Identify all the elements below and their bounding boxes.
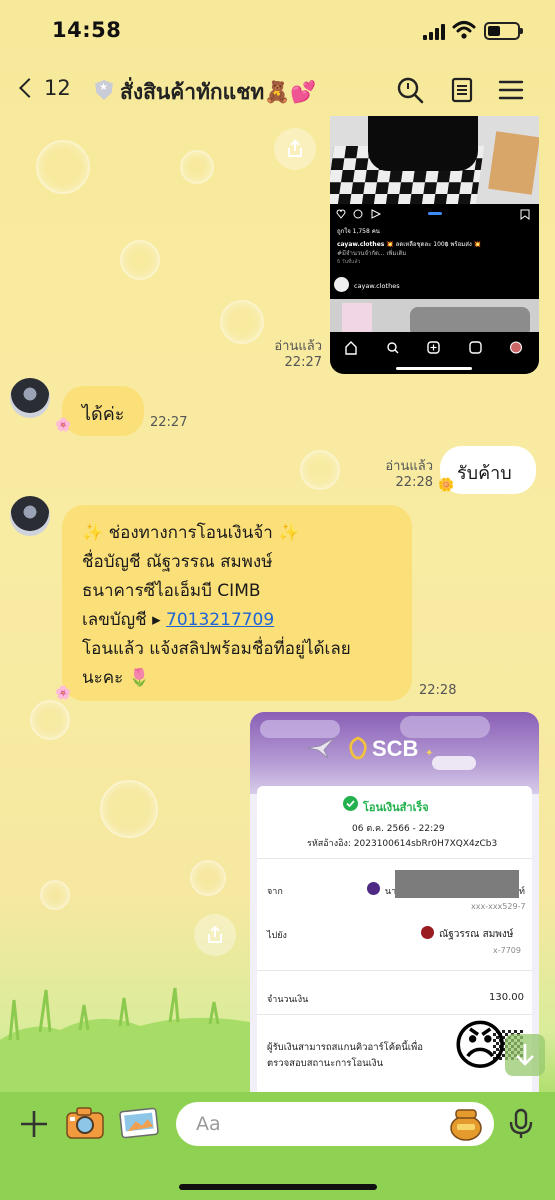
post-caption-text: 💥 ลดเหลือชุดละ 100฿ พร้อมส่ง 💥 (386, 241, 482, 248)
bokeh (40, 880, 70, 910)
status-time: 14:58 (52, 18, 122, 42)
transfer-ref: รหัสอ้างอิง: 2023100614sbRr0H7XQX4zCb3 (307, 839, 498, 849)
message-line: โอนแล้ว แจ้งสลิปพร้อมชื่อที่อยู่ได้เลย (82, 639, 351, 659)
from-account: xxx-xxx529-7 (471, 902, 526, 911)
receipt-header: SCB ✦ (250, 712, 539, 794)
avatar[interactable] (10, 496, 50, 536)
share-icon (288, 139, 302, 157)
bokeh (36, 140, 90, 194)
status-bar: 14:58 (0, 0, 555, 64)
menu-icon[interactable] (498, 76, 526, 104)
share-button[interactable] (194, 914, 236, 956)
bokeh (120, 240, 160, 280)
post-account: cayaw.clothes (354, 282, 400, 290)
wifi-icon (452, 21, 476, 39)
bokeh (300, 450, 340, 490)
message-line: ธนาคารซีไอเอ็มบี CIMB (82, 581, 261, 601)
bank-name: SCB (372, 736, 419, 761)
redaction-block (395, 870, 519, 898)
message-time: 22:28 (395, 475, 433, 490)
bird-icon (307, 737, 335, 759)
post-caption-user: cayaw.clothes (337, 241, 385, 248)
message-time: 22:27 (284, 355, 322, 370)
read-receipt: อ่านแล้ว (385, 459, 433, 474)
post-photo (330, 116, 539, 204)
post-time: 6 วันที่แล้ว (337, 259, 361, 265)
message-time: 22:28 (419, 683, 457, 698)
bokeh (220, 300, 264, 344)
reaction-flower-icon: 🌸 (55, 418, 72, 433)
chat-header: 12 สั่งสินค้าทักแชท🧸💕 (0, 66, 555, 114)
to-account: x-7709 (493, 946, 521, 955)
message-line: นะคะ 🌷 (82, 668, 150, 688)
message-input[interactable]: Aa (176, 1102, 494, 1146)
qr-note: ผู้รับเงินสามารถสแกนคิวอาร์โค้ดนี้เพื่อ (267, 1042, 423, 1053)
angry-emoji-sticker[interactable]: 😠 (452, 1016, 508, 1076)
reaction-flower-icon: 🌼 (438, 478, 455, 493)
bokeh (180, 150, 214, 184)
qr-note: ตรวจสอบสถานะการโอนเงิน (267, 1058, 384, 1069)
camera-icon[interactable] (64, 1104, 106, 1142)
bookmark-icon (520, 209, 530, 220)
input-placeholder: Aa (196, 1113, 221, 1135)
ig-nav-bar (330, 332, 539, 374)
message-bubble-incoming[interactable]: ได้ค่ะ (62, 386, 144, 436)
scb-logo-icon (349, 736, 367, 760)
notes-icon[interactable] (448, 76, 476, 104)
message-line: เลขบัญชี ▸ 7013217709 (82, 606, 351, 635)
microphone-icon[interactable] (508, 1108, 534, 1140)
transfer-status: โอนเงินสำเร็จ (363, 801, 429, 814)
amount-label: จำนวนเงิน (267, 995, 309, 1005)
battery-icon (484, 22, 523, 40)
message-bubble-outgoing[interactable]: รับค้าบ (440, 446, 536, 494)
check-circle-icon (343, 796, 358, 811)
back-button[interactable]: 12 (19, 76, 71, 100)
bokeh (190, 860, 226, 896)
message-text: ได้ค่ะ (82, 404, 125, 425)
bokeh (100, 780, 158, 838)
post-actions-icon (336, 209, 382, 219)
share-icon (208, 925, 222, 943)
shield-icon (95, 80, 113, 100)
cimb-logo-icon (421, 926, 434, 939)
chevron-left-icon (19, 78, 39, 98)
unread-count: 12 (44, 76, 71, 100)
read-receipt: อ่านแล้ว (274, 339, 322, 354)
search-icon[interactable] (396, 76, 424, 104)
input-bar: Aa (0, 1092, 555, 1200)
message-text: ✨ ช่องทางการโอนเงินจ้า ✨ ชื่อบัญชี ณัฐวร… (82, 519, 351, 693)
bokeh (30, 700, 70, 740)
from-name-tail: ท์ (519, 887, 525, 897)
to-label: ไปยัง (267, 931, 287, 941)
scb-logo-icon (367, 882, 380, 895)
avatar (334, 277, 349, 292)
amount-value: 130.00 (489, 992, 524, 1003)
signal-icon (423, 24, 445, 40)
sticker-icon[interactable] (446, 1106, 486, 1142)
arrow-down-icon (516, 1044, 534, 1066)
message-time: 22:27 (150, 415, 188, 430)
from-label: จาก (267, 887, 283, 897)
image-message-instagram[interactable]: ถูกใจ 1,758 คน cayaw.clothes 💥 ลดเหลือชุ… (330, 116, 539, 374)
message-bubble-incoming[interactable]: ✨ ช่องทางการโอนเงินจ้า ✨ ชื่อบัญชี ณัฐวร… (62, 505, 412, 701)
message-line: ชื่อบัญชี ณัฐวรรณ สมพงษ์ (82, 552, 273, 572)
share-button[interactable] (274, 128, 316, 170)
home-indicator (179, 1184, 377, 1190)
account-number-link[interactable]: 7013217709 (166, 610, 274, 630)
post-caption-more: #มีจำนวนจำกัด... เพิ่มเติม (337, 250, 407, 257)
transfer-datetime: 06 ต.ค. 2566 - 22:29 (352, 824, 445, 834)
sparkle-icon: ✦ (425, 748, 434, 759)
grass-decoration (0, 987, 250, 1092)
post-likes: ถูกใจ 1,758 คน (337, 228, 380, 235)
reaction-flower-icon: 🌸 (55, 686, 72, 701)
account-label: เลขบัญชี ▸ (82, 610, 167, 630)
photo-icon[interactable] (118, 1104, 162, 1142)
message-line: ✨ ช่องทางการโอนเงินจ้า ✨ (82, 523, 300, 543)
to-name: ณัฐวรรณ สมพงษ์ (439, 929, 514, 940)
message-text: รับค้าบ (457, 463, 512, 484)
scroll-down-button[interactable] (505, 1034, 545, 1076)
plus-icon[interactable] (18, 1108, 50, 1140)
chat-title[interactable]: สั่งสินค้าทักแชท🧸💕 (120, 76, 317, 109)
avatar[interactable] (10, 378, 50, 418)
